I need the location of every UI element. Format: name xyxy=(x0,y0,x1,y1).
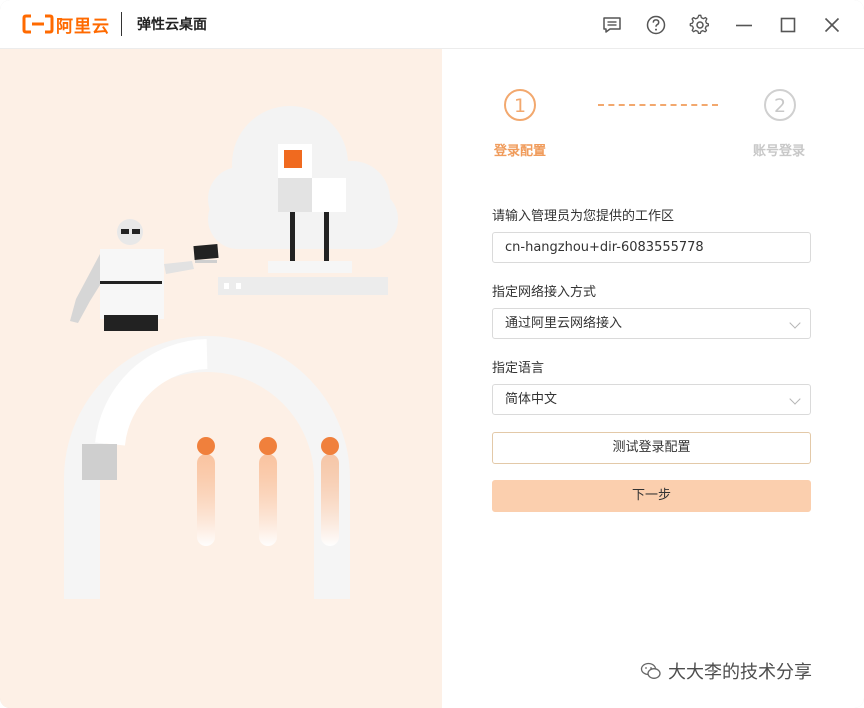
cloud-desktop-illustration xyxy=(64,106,398,599)
settings-icon[interactable] xyxy=(689,14,711,36)
login-config-panel: 1 2 登录配置 账号登录 请输入管理员为您提供的工作区 cn-hangzhou… xyxy=(442,49,864,708)
message-icon[interactable] xyxy=(601,14,623,36)
aliyun-logo: 阿里云 xyxy=(22,13,110,37)
watermark-text: 大大李的技术分享 xyxy=(668,662,812,683)
chevron-down-icon xyxy=(789,393,801,405)
title-divider xyxy=(121,12,122,36)
help-icon[interactable] xyxy=(645,14,667,36)
chevron-down-icon xyxy=(789,317,801,329)
aliyun-logo-icon xyxy=(22,14,54,34)
workspace-label: 请输入管理员为您提供的工作区 xyxy=(492,209,675,224)
close-icon[interactable] xyxy=(821,14,843,36)
step-1-indicator: 1 xyxy=(504,89,536,121)
wechat-icon xyxy=(640,662,661,679)
orange-square xyxy=(284,150,302,168)
network-select-value: 通过阿里云网络接入 xyxy=(505,316,623,331)
maximize-icon[interactable] xyxy=(777,14,799,36)
title-bar: 阿里云 弹性云桌面 xyxy=(0,0,864,49)
platform xyxy=(218,277,388,295)
step-2-indicator: 2 xyxy=(764,89,796,121)
minimize-icon[interactable] xyxy=(733,14,755,36)
brand-name: 阿里云 xyxy=(56,16,110,37)
step-connector xyxy=(598,104,718,106)
step-2-label: 账号登录 xyxy=(753,144,806,159)
app-window: 阿里云 弹性云桌面 1 2 登录配置 账号登录 请输入管理员为您提供的工作区 c… xyxy=(0,0,864,708)
network-select[interactable]: 通过阿里云网络接入 xyxy=(492,308,811,339)
workspace-input-value: cn-hangzhou+dir-6083555778 xyxy=(505,240,704,255)
language-select-value: 简体中文 xyxy=(505,392,558,407)
next-step-button[interactable]: 下一步 xyxy=(492,480,811,512)
illustration-panel xyxy=(0,49,442,708)
workspace-input[interactable]: cn-hangzhou+dir-6083555778 xyxy=(492,232,811,263)
test-login-config-button[interactable]: 测试登录配置 xyxy=(492,432,811,464)
stand-leg-left xyxy=(290,212,295,264)
network-label: 指定网络接入方式 xyxy=(492,285,597,300)
language-label: 指定语言 xyxy=(492,361,545,376)
arch-block xyxy=(82,444,117,480)
step-1-label: 登录配置 xyxy=(494,144,547,159)
watermark: 大大李的技术分享 xyxy=(640,658,812,684)
stand-leg-right xyxy=(324,212,329,264)
person-figure xyxy=(70,219,219,331)
app-title: 弹性云桌面 xyxy=(137,17,207,33)
language-select[interactable]: 简体中文 xyxy=(492,384,811,415)
